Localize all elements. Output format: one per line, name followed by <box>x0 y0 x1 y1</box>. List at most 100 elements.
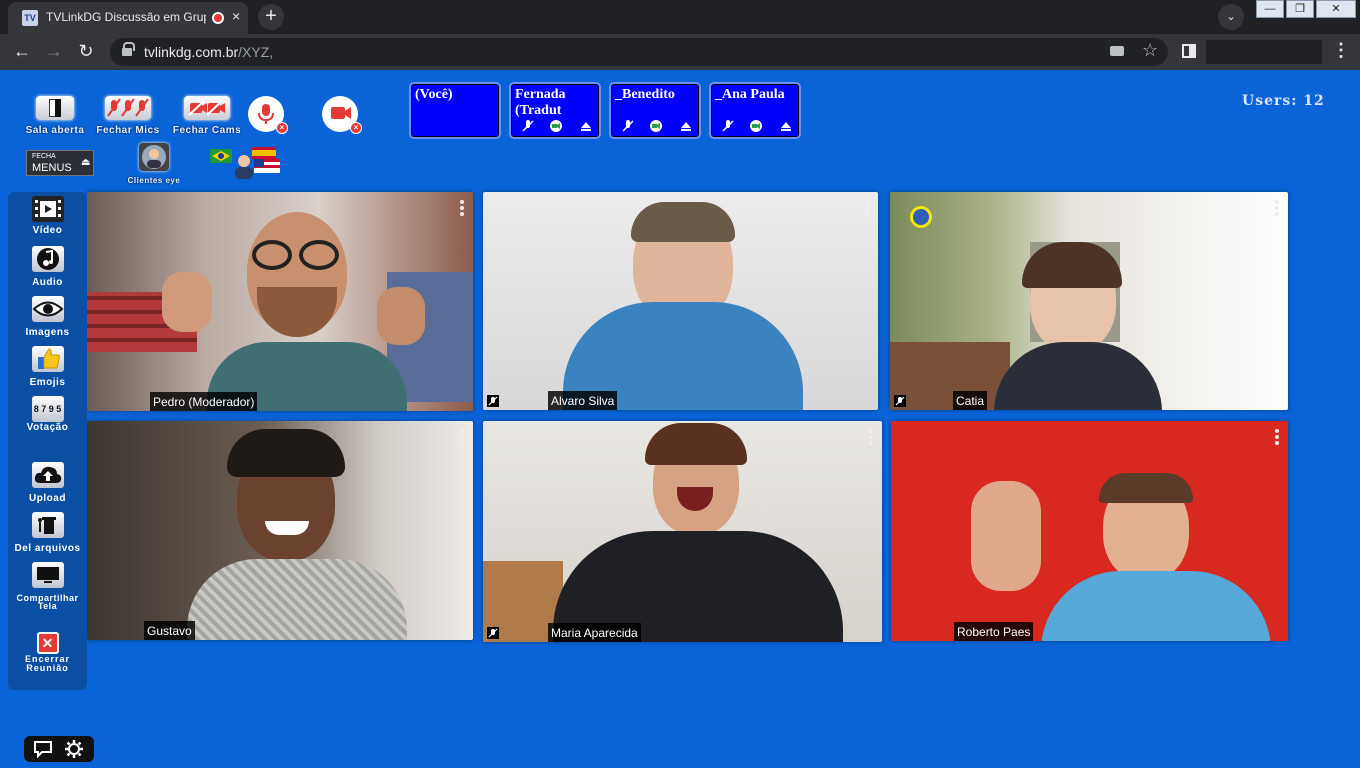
url-path: /XYZ, <box>238 44 274 60</box>
window-restore-button[interactable]: ❐ <box>1286 0 1314 18</box>
disabled-badge-icon: × <box>276 122 288 134</box>
browser-tab-strip: TV TVLinkDG Discussão em Grupo × + ⌄ — ❐… <box>0 0 1360 34</box>
microphone-icon <box>258 104 274 124</box>
film-icon <box>31 196 64 222</box>
browser-menu-icon[interactable]: ⋮ <box>1332 40 1350 61</box>
reload-button[interactable]: ↻ <box>74 40 98 64</box>
url-domain: tvlinkdg.com.br <box>144 44 239 60</box>
camera-off-button[interactable]: × <box>322 96 362 134</box>
menus-label: MENUS <box>32 162 72 174</box>
participant-box[interactable]: (Você) <box>409 82 501 139</box>
camera-on-icon[interactable] <box>649 119 663 133</box>
tab-close-icon[interactable]: × <box>232 8 240 24</box>
menu-video[interactable]: Vídeo <box>8 196 87 236</box>
video-tile[interactable]: Maria Aparecida <box>483 421 882 642</box>
cloud-upload-icon <box>31 462 64 488</box>
furniture <box>890 342 1010 410</box>
mic-muted-icon <box>487 627 499 639</box>
trash-icon <box>31 512 64 538</box>
menu-del-arquivos[interactable]: Del arquivos <box>8 512 87 554</box>
video-tile[interactable]: Gustavo <box>87 421 473 640</box>
tile-menu-icon[interactable] <box>459 429 465 447</box>
tile-menu-icon[interactable] <box>459 200 465 218</box>
mic-muted-icon[interactable] <box>521 119 535 133</box>
beard <box>257 287 337 337</box>
hair <box>227 429 345 477</box>
video-name-label: Roberto Paes <box>954 622 1034 641</box>
menu-compartilhar-tela[interactable]: Compartilhar Tela <box>8 562 87 611</box>
menu-emojis-label: Emojis <box>29 377 66 388</box>
camera-blocked-icon[interactable] <box>1110 46 1124 56</box>
browser-tab[interactable]: TV TVLinkDG Discussão em Grupo × <box>8 2 248 34</box>
hair <box>1099 473 1193 503</box>
camera-on-icon[interactable] <box>749 119 763 133</box>
menu-emojis[interactable]: Emojis <box>8 346 87 388</box>
fist <box>377 287 425 345</box>
sala-aberta-button[interactable]: Sala aberta <box>22 96 88 136</box>
bottom-controls <box>24 736 94 762</box>
door-icon <box>36 96 74 120</box>
menu-votacao[interactable]: 8 7 9 5 Votação <box>8 396 87 433</box>
tab-search-button[interactable]: ⌄ <box>1218 4 1244 30</box>
back-button[interactable]: ← <box>10 40 34 64</box>
eject-icon: ⏏ <box>81 157 91 168</box>
close-red-icon: ✕ <box>36 632 59 654</box>
tile-menu-icon[interactable] <box>1274 200 1280 218</box>
address-bar[interactable]: tvlinkdg.com.br/XYZ, ☆ <box>110 38 1168 66</box>
clientes-eye-button[interactable]: Clientes eye <box>124 143 184 185</box>
eject-icon[interactable] <box>679 119 693 133</box>
video-camera-icon <box>331 107 351 119</box>
video-name-label: Maria Aparecida <box>548 623 641 642</box>
mic-off-button[interactable]: × <box>248 96 288 134</box>
tile-menu-icon[interactable] <box>868 429 874 447</box>
hair <box>631 202 735 242</box>
settings-gear-icon[interactable] <box>64 739 84 759</box>
menu-upload[interactable]: Upload <box>8 462 87 504</box>
video-name-label: Alvaro Silva <box>548 391 618 410</box>
participant-controls <box>617 119 697 133</box>
participant-box[interactable]: _Ana Paula <box>709 82 801 139</box>
window-minimize-button[interactable]: — <box>1256 0 1284 18</box>
participant-name: _Benedito <box>615 87 675 102</box>
menu-compartilhar-tela-label: Compartilhar Tela <box>16 593 79 611</box>
video-tile[interactable]: Catia <box>890 192 1288 410</box>
menu-imagens-label: Imagens <box>25 327 70 338</box>
profile-area[interactable] <box>1206 40 1322 64</box>
eject-icon[interactable] <box>579 119 593 133</box>
video-tile[interactable]: Alvaro Silva <box>483 192 878 410</box>
new-tab-button[interactable]: + <box>258 4 284 30</box>
menu-audio-label: Audio <box>32 277 63 288</box>
translation-languages-button[interactable] <box>208 143 282 179</box>
window-close-button[interactable]: ✕ <box>1316 0 1356 18</box>
menu-imagens[interactable]: Imagens <box>8 296 87 338</box>
fechar-mics-button[interactable]: Fechar Mics <box>96 96 160 136</box>
forward-button[interactable]: → <box>42 40 66 64</box>
camera-on-icon[interactable] <box>549 119 563 133</box>
fechar-cams-button[interactable]: Fechar Cams <box>172 96 242 136</box>
tab-title: TVLinkDG Discussão em Grupo <box>46 10 206 24</box>
mic-muted-icon[interactable] <box>621 119 635 133</box>
mic-muted-icon[interactable] <box>721 119 735 133</box>
mic-muted-icon <box>487 395 499 407</box>
participant-box[interactable]: _Benedito <box>609 82 701 139</box>
chat-icon[interactable] <box>33 740 53 758</box>
tile-menu-icon[interactable] <box>1274 429 1280 447</box>
video-name-label: Gustavo <box>144 621 195 640</box>
tile-menu-icon[interactable] <box>864 200 870 218</box>
eject-icon[interactable] <box>779 119 793 133</box>
menu-audio[interactable]: Audio <box>8 246 87 288</box>
fist <box>162 272 212 332</box>
participant-name: (Você) <box>415 87 453 102</box>
menu-del-arquivos-label: Del arquivos <box>14 543 81 554</box>
hair <box>645 423 747 465</box>
fecha-menus-button[interactable]: FECHA MENUS ⏏ <box>26 150 94 176</box>
disabled-badge-icon: × <box>350 122 362 134</box>
mic-muted-icon <box>894 395 906 407</box>
video-tile[interactable]: Pedro (Moderador) <box>87 192 473 411</box>
menu-encerrar-reuniao[interactable]: ✕ Encerrar Reunião <box>8 632 87 673</box>
side-panel-icon[interactable] <box>1182 44 1196 58</box>
bookmark-star-icon[interactable]: ☆ <box>1142 40 1158 61</box>
participant-box[interactable]: Fernada (Tradut <box>509 82 601 139</box>
url-text: tvlinkdg.com.br/XYZ, <box>144 44 273 60</box>
video-tile[interactable]: Roberto Paes <box>891 421 1288 641</box>
